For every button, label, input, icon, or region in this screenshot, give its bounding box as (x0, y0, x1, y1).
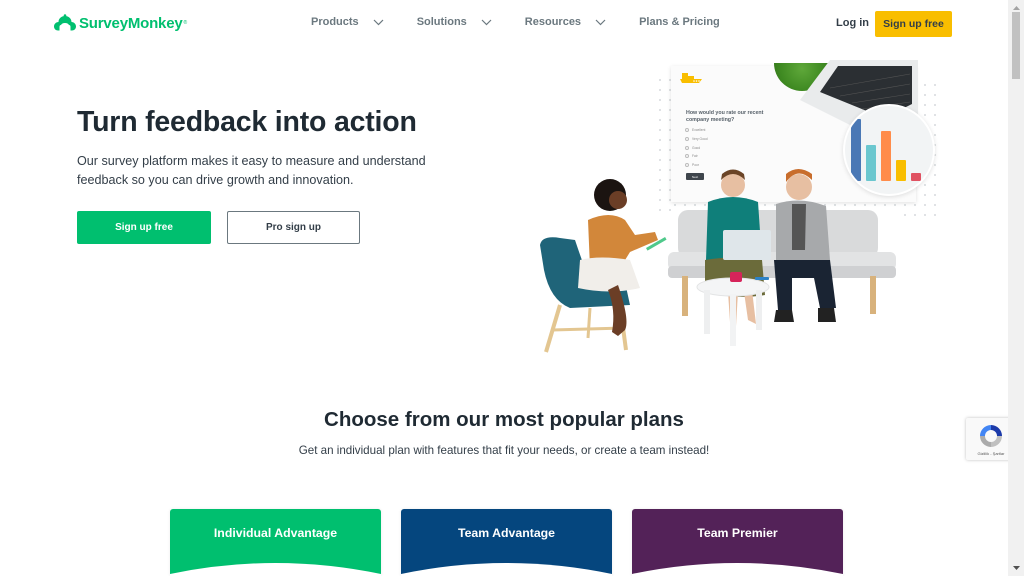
survey-option-label: Very Good (692, 137, 708, 141)
nav-solutions-label: Solutions (416, 16, 467, 28)
surveymonkey-logo[interactable]: SurveyMonkey ® (53, 13, 187, 33)
plan-title: Individual Advantage (213, 526, 338, 540)
plans-subtitle: Get an individual plan with features tha… (298, 444, 710, 457)
nav-products-label: Products (311, 16, 359, 28)
nav-solutions[interactable]: Solutions (417, 16, 492, 28)
person-right (774, 169, 836, 322)
plan-title: Team Advantage (457, 526, 556, 540)
survey-question: How would you rate our recent company me… (686, 110, 764, 123)
chevron-down-icon (373, 19, 384, 25)
scroll-down-arrow-icon[interactable] (1008, 560, 1024, 576)
survey-option-label: Excellent (692, 128, 706, 132)
plan-card-team-advantage[interactable]: Team Advantage (401, 509, 612, 576)
main-nav: Products Solutions Resources Plans & Pri… (311, 16, 720, 28)
coffee-table (696, 272, 770, 346)
plan-card-team-premier[interactable]: Team Premier (632, 509, 843, 576)
monkey-logo-icon (54, 14, 76, 31)
hero-signup-button[interactable]: Sign up free (77, 211, 211, 244)
plans-title: Choose from our most popular plans (324, 408, 684, 431)
plan-card-wave (632, 563, 843, 576)
page-scrollbar[interactable] (1008, 0, 1024, 576)
registered-mark: ® (183, 20, 188, 26)
chevron-down-icon (595, 19, 606, 25)
radio-icon (685, 146, 689, 150)
plan-card-wave (401, 563, 612, 576)
nav-resources-label: Resources (524, 16, 582, 28)
chevron-down-icon (481, 19, 492, 25)
recaptcha-icon (980, 425, 1002, 447)
survey-option: Fair (685, 154, 698, 158)
survey-option-label: Fair (692, 154, 698, 158)
logo-text: SurveyMonkey (79, 14, 183, 32)
header-signup-button[interactable]: Sign up free (875, 11, 952, 37)
radio-icon (685, 137, 689, 141)
survey-option-label: Good (692, 146, 701, 150)
login-link[interactable]: Log in (836, 17, 869, 29)
nav-resources[interactable]: Resources (525, 16, 606, 28)
site-header: SurveyMonkey ® Products Solutions Resourc… (0, 0, 1008, 48)
hero-title: Turn feedback into action (77, 106, 417, 138)
boat-logo-icon (680, 73, 702, 83)
nav-plans-pricing[interactable]: Plans & Pricing (639, 16, 720, 28)
plan-title: Team Premier (697, 526, 778, 540)
survey-option: Excellent (685, 128, 705, 132)
radio-icon (685, 154, 689, 158)
scrollbar-thumb[interactable] (1012, 12, 1020, 79)
hero-subtitle: Our survey platform makes it easy to mea… (77, 154, 426, 187)
survey-option: Good (685, 146, 700, 150)
team-meeting-illustration (540, 169, 896, 353)
survey-option: Very Good (685, 137, 708, 141)
nav-plans-pricing-label: Plans & Pricing (639, 16, 720, 28)
plan-card-individual-advantage[interactable]: Individual Advantage (170, 509, 381, 576)
chart-bar (911, 172, 921, 181)
pro-signup-button[interactable]: Pro sign up (227, 211, 360, 244)
plan-card-wave (170, 563, 381, 576)
person-left (578, 179, 667, 336)
radio-icon (685, 128, 689, 132)
nav-products[interactable]: Products (311, 16, 384, 28)
